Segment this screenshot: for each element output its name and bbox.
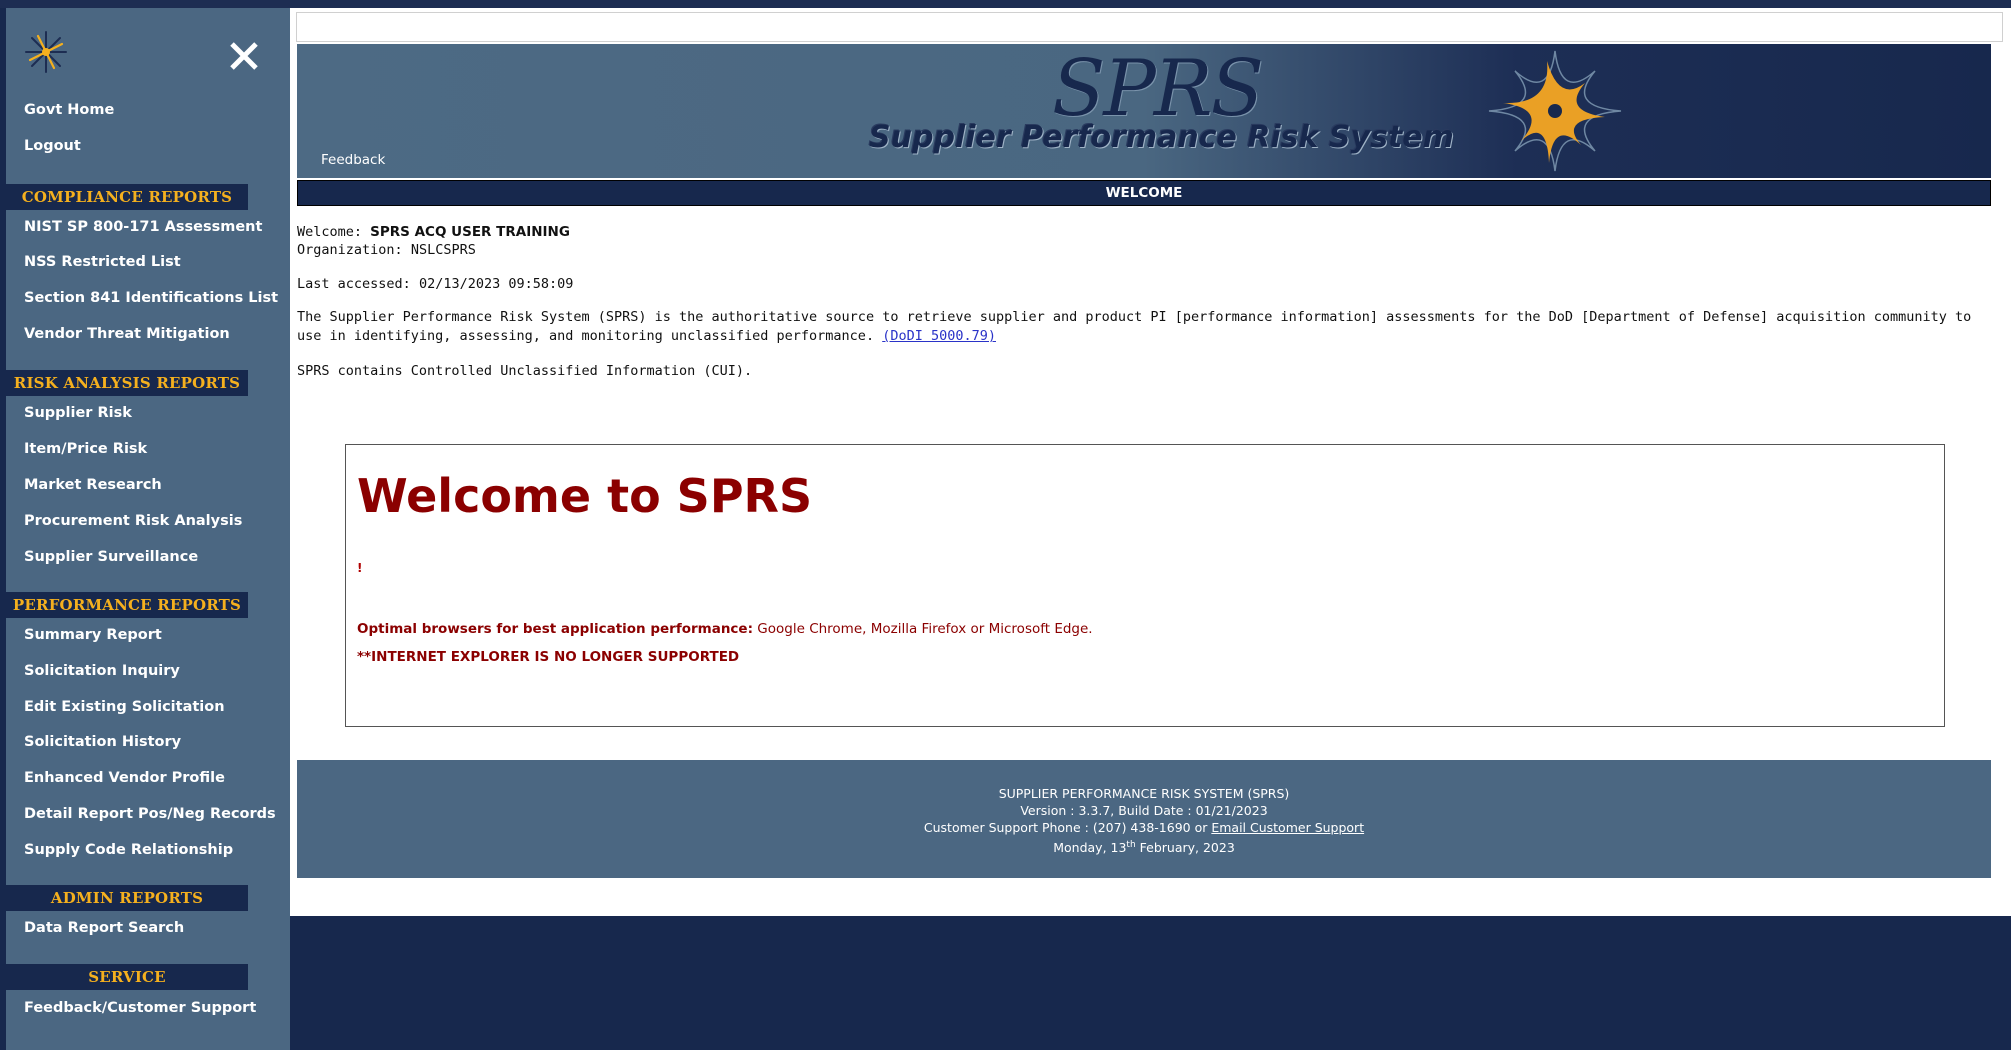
footer-support: Customer Support Phone : (207) 438-1690 … [297,820,1991,835]
sidebar-item-solicitation-inquiry[interactable]: Solicitation Inquiry [24,663,180,679]
description-text: The Supplier Performance Risk System (SP… [297,309,1972,344]
sidebar-item-supplier-surveillance[interactable]: Supplier Surveillance [24,549,198,565]
browser-label: Optimal browsers for best application pe… [357,621,753,637]
footer-date-pre: Monday, 13 [1053,840,1127,856]
cui-notice: SPRS contains Controlled Unclassified In… [297,363,753,379]
sidebar-item-supply-code-relationship[interactable]: Supply Code Relationship [24,842,233,858]
sidebar-item-data-report-search[interactable]: Data Report Search [24,920,184,936]
footer-date: Monday, 13th February, 2023 [297,840,1991,855]
sidebar-item-solicitation-history[interactable]: Solicitation History [24,734,181,750]
top-strip [0,0,2011,8]
sidebar-item-summary-report[interactable]: Summary Report [24,627,162,643]
sidebar-item-edit-existing-solicitation[interactable]: Edit Existing Solicitation [24,699,225,715]
footer-system-name: SUPPLIER PERFORMANCE RISK SYSTEM (SPRS) [998,786,1290,801]
welcome-heading: Welcome to SPRS [357,469,813,523]
footer-date-sup: th [1126,840,1136,850]
footer-phone: Customer Support Phone : (207) 438-1690 … [923,820,1212,835]
header-banner: Feedback SPRS Supplier Performance Risk … [297,44,1991,178]
section-heading-admin: ADMIN REPORTS [6,885,248,911]
main-content: Feedback SPRS Supplier Performance Risk … [290,8,2011,916]
sidebar-item-nist-assessment[interactable]: NIST SP 800-171 Assessment [24,219,262,235]
last-accessed-value: 02/13/2023 09:58:09 [418,276,574,292]
welcome-box: Welcome to SPRS ! Optimal browsers for b… [345,444,1945,727]
last-accessed-label: Last accessed: [297,276,411,292]
close-icon[interactable] [224,36,264,76]
footer-version: Version : 3.3.7, Build Date : 01/21/2023 [1020,803,1268,818]
section-heading-compliance: COMPLIANCE REPORTS [6,184,248,210]
sidebar-link-govt-home[interactable]: Govt Home [24,102,114,118]
star-emblem-icon [1488,50,1622,172]
welcome-bar: WELCOME [297,180,1991,206]
footer-date-post: February, 2023 [1135,840,1235,856]
organization-value: NSLCSPRS [410,242,476,258]
star-logo-icon [25,31,67,73]
sidebar-link-logout[interactable]: Logout [24,138,81,154]
user-welcome-line: Welcome: SPRS ACQ USER TRAINING [297,224,570,240]
sidebar-item-vendor-threat-mitigation[interactable]: Vendor Threat Mitigation [24,326,230,342]
ie-unsupported-notice: **INTERNET EXPLORER IS NO LONGER SUPPORT… [357,649,740,665]
feedback-link[interactable]: Feedback [321,152,385,168]
sidebar-item-section-841[interactable]: Section 841 Identifications List [24,290,278,306]
top-input-bar[interactable] [296,12,2003,42]
sidebar-item-supplier-risk[interactable]: Supplier Risk [24,405,132,421]
browser-list: Google Chrome, Mozilla Firefox or Micros… [753,621,1093,637]
section-heading-service: SERVICE [6,964,248,990]
welcome-label: Welcome: [297,224,363,240]
footer: SUPPLIER PERFORMANCE RISK SYSTEM (SPRS) … [297,760,1991,878]
sidebar-item-procurement-risk-analysis[interactable]: Procurement Risk Analysis [24,513,242,529]
sprs-description: The Supplier Performance Risk System (SP… [297,308,1997,346]
organization-line: Organization: NSLCSPRS [297,242,476,258]
dodi-link[interactable]: (DoDI 5000.79) [882,328,996,344]
banner-subtitle: Supplier Performance Risk System [869,120,1454,155]
user-name: SPRS ACQ USER TRAINING [370,224,570,240]
sidebar-item-feedback-customer-support[interactable]: Feedback/Customer Support [24,1000,256,1016]
section-heading-risk-analysis: RISK ANALYSIS REPORTS [6,370,248,396]
alert-marker: ! [357,561,363,575]
sidebar-item-market-research[interactable]: Market Research [24,477,162,493]
section-heading-performance: PERFORMANCE REPORTS [6,592,248,618]
sidebar-item-item-price-risk[interactable]: Item/Price Risk [24,441,147,457]
browser-recommendation: Optimal browsers for best application pe… [357,621,1093,637]
sidebar-item-enhanced-vendor-profile[interactable]: Enhanced Vendor Profile [24,770,225,786]
organization-label: Organization: [297,242,403,258]
email-support-link[interactable]: Email Customer Support [1211,820,1364,835]
last-accessed-line: Last accessed: 02/13/2023 09:58:09 [297,276,573,292]
sidebar-item-nss-restricted-list[interactable]: NSS Restricted List [24,254,181,270]
sidebar-item-detail-report-pos-neg[interactable]: Detail Report Pos/Neg Records [24,806,276,822]
sidebar: Govt Home Logout COMPLIANCE REPORTS NIST… [6,8,290,1050]
